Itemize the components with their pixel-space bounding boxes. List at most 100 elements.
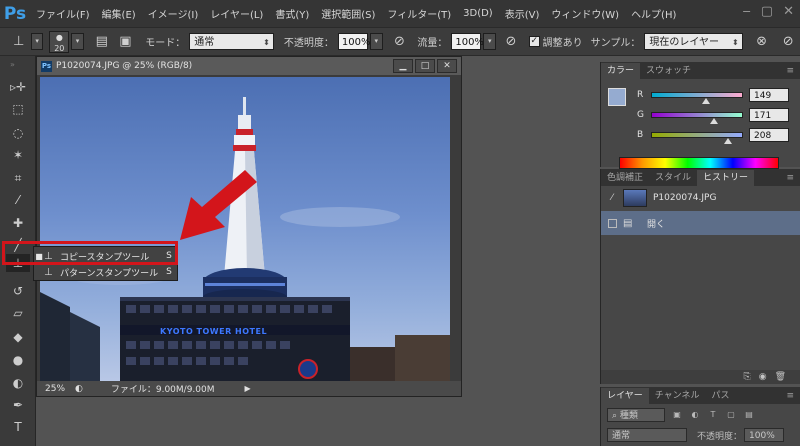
shape-filter-icon[interactable]: ▢ <box>725 410 737 420</box>
menu-edit[interactable]: 編集(E) <box>102 6 136 21</box>
opacity-input[interactable]: 100% <box>337 33 370 50</box>
magic-wand-icon[interactable]: ✶ <box>6 146 30 164</box>
crop-tool-icon[interactable]: ⌗ <box>6 169 30 187</box>
history-checkbox[interactable] <box>607 218 617 228</box>
tool-preset-dropdown[interactable]: ▾ <box>30 33 44 50</box>
foreground-color-swatch[interactable] <box>608 88 626 106</box>
history-brush-icon[interactable]: ↺ <box>6 282 30 300</box>
blue-slider-thumb[interactable] <box>724 138 732 144</box>
aligned-checkbox[interactable]: ✓ <box>528 36 540 47</box>
doc-minimize-icon[interactable]: ▁ <box>393 59 413 73</box>
marquee-tool-icon[interactable]: ⬚ <box>6 100 30 118</box>
red-slider[interactable] <box>651 92 743 104</box>
document-tab[interactable]: Ps P1020074.JPG @ 25% (RGB/8) ▁ □ ✕ <box>37 57 461 75</box>
camera-icon[interactable]: ◉ <box>759 372 767 382</box>
menu-file[interactable]: ファイル(F) <box>36 6 90 21</box>
tab-color[interactable]: カラー <box>601 63 641 79</box>
tab-layers[interactable]: レイヤー <box>601 388 649 404</box>
tab-history[interactable]: ヒストリー <box>697 170 755 186</box>
color-spectrum-bar[interactable] <box>619 157 779 169</box>
red-label: R <box>637 90 644 100</box>
pixel-filter-icon[interactable]: ▣ <box>671 410 683 420</box>
mode-label: モード： <box>145 38 186 49</box>
lasso-tool-icon[interactable]: ◌ <box>6 124 30 142</box>
blue-value-input[interactable]: 208 <box>749 128 789 142</box>
panel-menu-icon[interactable]: ≡ <box>786 388 800 404</box>
sample-label: サンプル： <box>590 38 641 49</box>
move-tool-icon[interactable]: ▹✛ <box>6 78 30 96</box>
maximize-icon[interactable]: ▢ <box>761 4 773 19</box>
history-brush-source-icon[interactable]: ⁄ <box>601 193 623 203</box>
type-tool-icon[interactable]: T <box>6 418 30 436</box>
mode-select[interactable]: 通常 ⬍ <box>189 33 274 50</box>
layer-blend-row: 通常 不透明度： 100% <box>607 427 785 443</box>
blue-slider[interactable] <box>651 132 743 144</box>
pressure-opacity-icon[interactable]: ⊘ <box>391 33 409 51</box>
menu-view[interactable]: 表示(V) <box>505 6 540 21</box>
panel-menu-icon[interactable]: ≡ <box>786 170 800 186</box>
green-slider[interactable] <box>651 112 743 124</box>
menu-3d[interactable]: 3D(D) <box>463 8 493 19</box>
panel-grip[interactable]: » <box>10 60 16 69</box>
clone-stamp-icon[interactable]: ⊥ <box>10 33 28 51</box>
airbrush-icon[interactable]: ⊘ <box>502 33 520 51</box>
green-value-input[interactable]: 171 <box>749 108 789 122</box>
pressure-size-icon[interactable]: ⊘ <box>779 33 797 51</box>
menu-filter[interactable]: フィルター(T) <box>387 6 451 21</box>
history-snapshot-row[interactable]: ⁄ P1020074.JPG <box>601 186 800 210</box>
layer-kind-label: 種類 <box>619 411 638 421</box>
menu-select[interactable]: 選択範囲(S) <box>321 6 375 21</box>
green-slider-thumb[interactable] <box>710 118 718 124</box>
menu-window[interactable]: ウィンドウ(W) <box>551 6 619 21</box>
flyout-item-pattern-stamp[interactable]: ⊥ パターンスタンプツール S <box>34 264 177 280</box>
healing-brush-icon[interactable]: ✚ <box>6 214 30 232</box>
brush-panel-icon[interactable]: ▤ <box>93 33 111 51</box>
blend-mode-select[interactable]: 通常 <box>607 428 687 442</box>
menu-type[interactable]: 書式(Y) <box>275 6 309 21</box>
red-value-input[interactable]: 149 <box>749 88 789 102</box>
flow-dropdown[interactable]: ▾ <box>483 33 497 50</box>
tab-swatches[interactable]: スウォッチ <box>640 63 697 79</box>
eyedropper-icon[interactable]: ⁄ <box>6 191 30 209</box>
ignore-adjustment-icon[interactable]: ⊗ <box>753 33 771 51</box>
new-document-icon[interactable]: ⎘ <box>744 372 751 382</box>
opacity-dropdown[interactable]: ▾ <box>369 33 383 50</box>
doc-close-icon[interactable]: ✕ <box>437 59 457 73</box>
layers-panel-tabs: レイヤー チャンネル パス ≡ <box>601 387 800 404</box>
dodge-tool-icon[interactable]: ◐ <box>6 374 30 392</box>
panel-menu-icon[interactable]: ≡ <box>786 63 800 79</box>
menu-image[interactable]: イメージ(I) <box>148 6 199 21</box>
status-info-icon[interactable]: ◐ <box>75 384 83 394</box>
tab-paths[interactable]: パス <box>705 388 735 404</box>
smart-object-filter-icon[interactable]: ▤ <box>743 410 755 420</box>
menu-layer[interactable]: レイヤー(L) <box>210 6 263 21</box>
file-size-info: ファイル：9.00M/9.00M <box>110 385 215 395</box>
trash-icon[interactable]: 🗑 <box>775 372 786 382</box>
status-menu-icon[interactable]: ▶ <box>245 384 251 393</box>
eraser-icon[interactable]: ▱ <box>6 304 30 322</box>
type-filter-icon[interactable]: T <box>707 410 719 420</box>
menu-help[interactable]: ヘルプ(H) <box>631 6 676 21</box>
pen-tool-icon[interactable]: ✒ <box>6 396 30 414</box>
sample-value: 現在のレイヤー <box>649 37 720 48</box>
menu-bar: Ps ファイル(F) 編集(E) イメージ(I) レイヤー(L) 書式(Y) 選… <box>0 0 800 27</box>
tab-adjustments[interactable]: 色調補正 <box>601 170 649 186</box>
flow-input[interactable]: 100% <box>451 33 484 50</box>
brush-dropdown[interactable]: ▾ <box>71 33 84 50</box>
zoom-level[interactable]: 25% <box>37 384 75 394</box>
tab-channels[interactable]: チャンネル <box>649 388 706 404</box>
layer-kind-filter[interactable]: ⌕ 種類 <box>607 408 665 422</box>
red-slider-thumb[interactable] <box>702 98 710 104</box>
blur-tool-icon[interactable]: ● <box>6 351 30 369</box>
doc-maximize-icon[interactable]: □ <box>415 59 435 73</box>
layer-opacity-input[interactable]: 100% <box>744 428 785 442</box>
sample-select[interactable]: 現在のレイヤー ⬍ <box>644 33 743 50</box>
minimize-icon[interactable]: ‒ <box>743 4 751 19</box>
adjustment-filter-icon[interactable]: ◐ <box>689 410 701 420</box>
tab-styles[interactable]: スタイル <box>649 170 697 186</box>
clone-source-icon[interactable]: ▣ <box>117 33 135 51</box>
close-icon[interactable]: ✕ <box>783 4 794 19</box>
brush-size-picker[interactable]: ● 20 <box>49 30 70 53</box>
paint-bucket-icon[interactable]: ◆ <box>6 328 30 346</box>
history-state-row[interactable]: ▤ 開く <box>601 211 800 235</box>
